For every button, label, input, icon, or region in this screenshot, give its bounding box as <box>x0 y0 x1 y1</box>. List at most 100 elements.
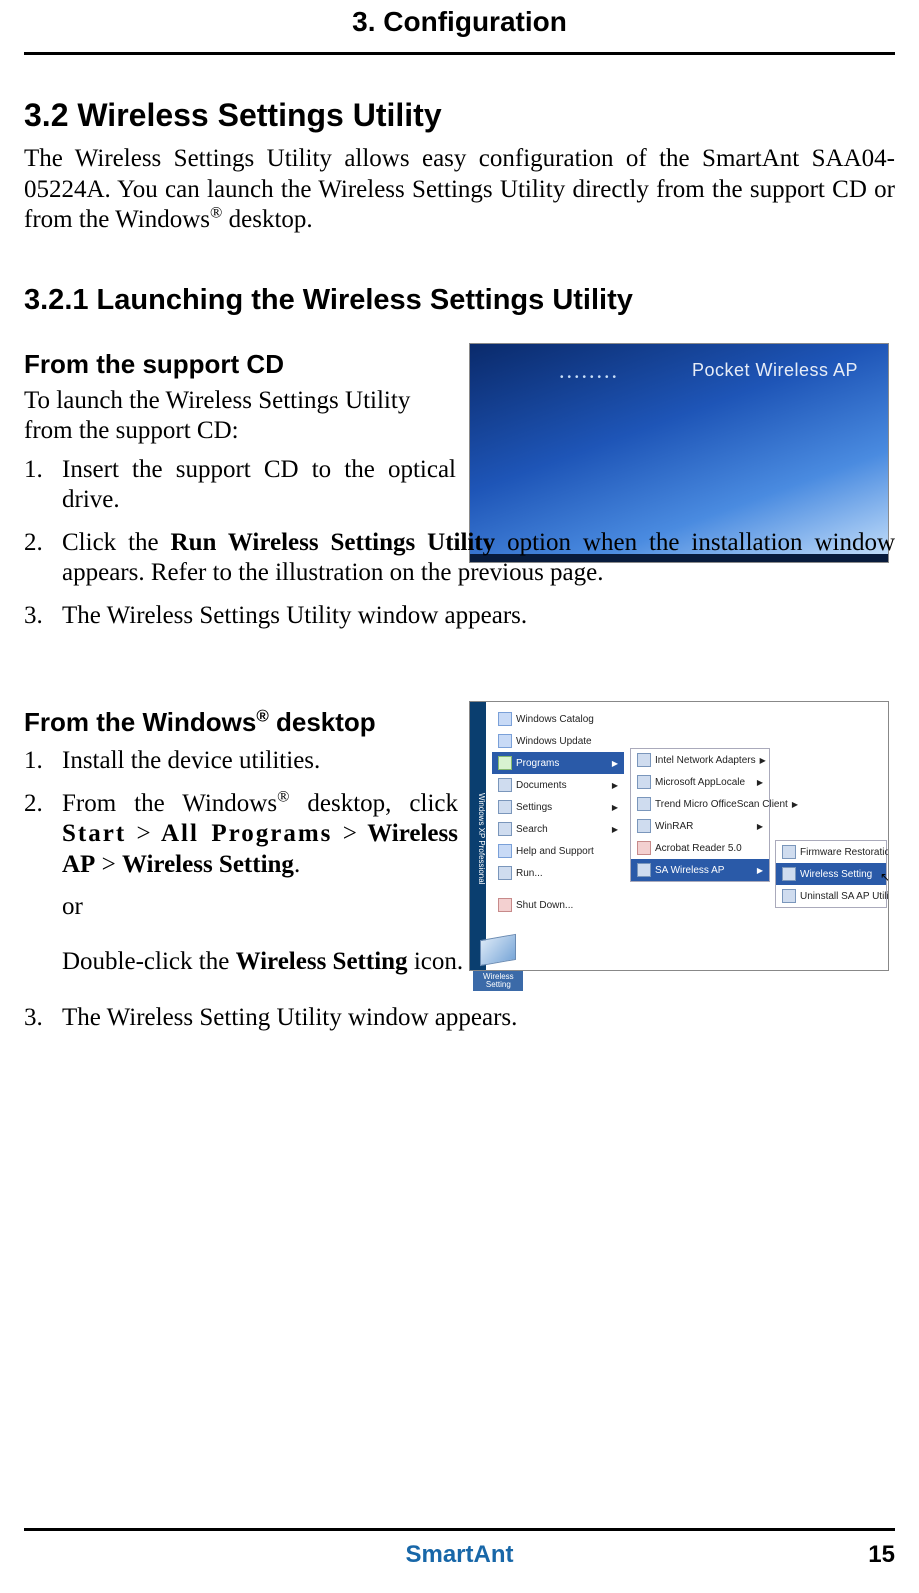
intro-paragraph: The Wireless Settings Utility allows eas… <box>24 144 895 236</box>
start-menu-col2: Intel Network Adapters ▶ Microsoft AppLoc… <box>630 748 770 882</box>
menu-label: Shut Down... <box>516 900 573 911</box>
win-heading-b: desktop <box>269 707 376 737</box>
from-windows-block: Windows XP Professional Windows Catalog … <box>24 707 895 1033</box>
run-icon <box>498 866 512 880</box>
menu-label: Help and Support <box>516 846 594 857</box>
shutdown-icon <box>498 898 512 912</box>
menu-item-wireless-setting[interactable]: Wireless Setting <box>776 863 886 885</box>
submenu-arrow-icon: ▶ <box>757 778 763 787</box>
menu-item-windows-catalog[interactable]: Windows Catalog <box>492 708 624 730</box>
programs-icon <box>498 756 512 770</box>
section-title: 3.2 Wireless Settings Utility <box>24 97 895 134</box>
menu-item-sa-wireless-ap[interactable]: SA Wireless AP ▶ <box>631 859 769 881</box>
win-step-2: From the Windows® desktop, click Start >… <box>24 789 458 881</box>
folder-icon <box>637 863 651 877</box>
folder-icon <box>637 775 651 789</box>
help-icon <box>498 844 512 858</box>
win-step-1: Install the device utilities. <box>24 746 458 777</box>
decorative-dots: •••••••• <box>560 372 620 383</box>
search-icon <box>498 822 512 836</box>
start-menu-col3: Firmware Restoration Wireless Setting Un… <box>775 840 887 908</box>
menu-label: Trend Micro OfficeScan Client <box>655 799 788 810</box>
registered-mark: ® <box>277 787 289 805</box>
submenu-arrow-icon: ▶ <box>612 825 618 834</box>
menu-label: Windows Update <box>516 736 592 747</box>
submenu-arrow-icon: ▶ <box>757 866 763 875</box>
cursor-icon: ↖ <box>880 870 889 884</box>
menu-item-uninstall[interactable]: Uninstall SA AP Utilities <box>776 885 886 907</box>
header-rule <box>24 52 895 55</box>
app-icon <box>782 845 796 859</box>
figure-label: Pocket Wireless AP <box>692 360 858 381</box>
app-icon <box>782 867 796 881</box>
menu-item-programs[interactable]: Programs ▶ <box>492 752 624 774</box>
path-sep: > <box>95 851 122 878</box>
menu-label: Uninstall SA AP Utilities <box>800 891 889 902</box>
subsection-title: 3.2.1 Launching the Wireless Settings Ut… <box>24 284 895 317</box>
menu-label: Firmware Restoration <box>800 847 889 858</box>
menu-label: WinRAR <box>655 821 693 832</box>
menu-item-windows-update[interactable]: Windows Update <box>492 730 624 752</box>
start-menu-col1: Windows Catalog Windows Update Programs ▶… <box>492 708 624 916</box>
menu-item-help[interactable]: Help and Support <box>492 840 624 862</box>
cd-step-2a: Click the <box>62 529 171 556</box>
registered-mark: ® <box>210 204 222 222</box>
win-step-3: The Wireless Setting Utility window appe… <box>24 1003 895 1034</box>
chapter-header: 3. Configuration <box>24 0 895 52</box>
folder-icon <box>637 819 651 833</box>
menu-item-settings[interactable]: Settings ▶ <box>492 796 624 818</box>
path-all-programs: All Programs <box>161 820 332 847</box>
menu-label: Documents <box>516 780 567 791</box>
documents-icon <box>498 778 512 792</box>
page-number: 15 <box>868 1541 895 1569</box>
menu-label: Microsoft AppLocale <box>655 777 745 788</box>
folder-icon <box>637 797 651 811</box>
menu-label: SA Wireless AP <box>655 865 724 876</box>
path-sep: > <box>126 820 161 847</box>
menu-label: Run... <box>516 868 543 879</box>
submenu-arrow-icon: ▶ <box>612 803 618 812</box>
menu-item-shutdown[interactable]: Shut Down... <box>492 894 624 916</box>
app-icon <box>782 889 796 903</box>
catalog-icon <box>498 712 512 726</box>
update-icon <box>498 734 512 748</box>
cd-step-3: The Wireless Settings Utility window app… <box>24 601 895 632</box>
cd-step-2b: Run Wireless Settings Utility <box>171 529 496 556</box>
path-start: Start <box>62 820 126 847</box>
menu-label: Programs <box>516 758 559 769</box>
menu-item-intel[interactable]: Intel Network Adapters ▶ <box>631 749 769 771</box>
period: . <box>294 851 300 878</box>
registered-mark: ® <box>256 706 268 725</box>
menu-label: Settings <box>516 802 552 813</box>
dbl-a: Double-click the <box>62 947 236 974</box>
from-cd-intro: To launch the Wireless Settings Utility … <box>24 386 456 447</box>
cd-step-1: Insert the support CD to the optical dri… <box>24 455 456 516</box>
footer-product-name: SmartAnt <box>405 1541 513 1569</box>
menu-label: Windows Catalog <box>516 714 594 725</box>
menu-item-firmware[interactable]: Firmware Restoration <box>776 841 886 863</box>
menu-label: Wireless Setting <box>800 869 872 880</box>
menu-item-winrar[interactable]: WinRAR ▶ <box>631 815 769 837</box>
dbl-c: icon. <box>408 947 464 974</box>
win-steps-list-cont: The Wireless Setting Utility window appe… <box>24 1003 895 1034</box>
menu-item-documents[interactable]: Documents▶ <box>492 774 624 796</box>
menu-item-search[interactable]: Search▶ <box>492 818 624 840</box>
submenu-arrow-icon: ▶ <box>612 759 618 768</box>
menu-item-trend[interactable]: Trend Micro OfficeScan Client▶ <box>631 793 769 815</box>
menu-label: Acrobat Reader 5.0 <box>655 843 742 854</box>
footer-rule <box>24 1528 895 1531</box>
icon-label-2: Setting <box>486 980 511 989</box>
menu-item-acrobat[interactable]: Acrobat Reader 5.0 <box>631 837 769 859</box>
win-step-2a: From the Windows <box>62 790 277 817</box>
intro-text-1: The Wireless Settings Utility allows eas… <box>24 145 895 233</box>
submenu-arrow-icon: ▶ <box>757 822 763 831</box>
acrobat-icon <box>637 841 651 855</box>
menu-item-applocale[interactable]: Microsoft AppLocale ▶ <box>631 771 769 793</box>
start-menu-figure: Windows XP Professional Windows Catalog … <box>469 701 889 971</box>
path-wireless-setting: Wireless Setting <box>122 851 294 878</box>
menu-label: Intel Network Adapters <box>655 755 756 766</box>
menu-item-run[interactable]: Run... <box>492 862 624 884</box>
submenu-arrow-icon: ▶ <box>760 756 766 765</box>
win-step-2b: desktop, click <box>289 790 458 817</box>
cd-step-2: Click the Run Wireless Settings Utility … <box>24 528 895 589</box>
